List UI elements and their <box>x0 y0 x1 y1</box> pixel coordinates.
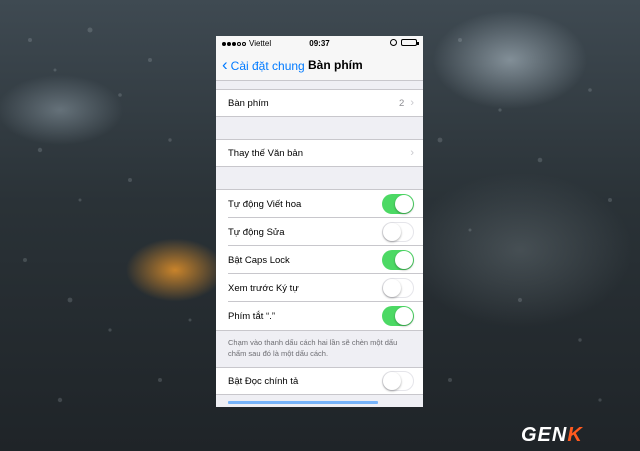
page-title: Bàn phím <box>308 58 363 72</box>
caps-lock-switch[interactable] <box>382 250 414 270</box>
toggle-row-auto-correction: Tự động Sửa <box>216 218 423 246</box>
chevron-right-icon: › <box>410 147 414 159</box>
spell-check-label: Bật Đọc chính tả <box>228 375 299 387</box>
chevron-left-icon: ‹ <box>222 55 228 74</box>
text-replacement-row[interactable]: Thay thế Văn bản › <box>216 139 423 167</box>
toggle-label: Xem trước Ký tự <box>228 282 299 294</box>
keyboards-count: 2 <box>399 97 405 109</box>
rotation-lock-icon <box>390 39 397 46</box>
character-preview-switch[interactable] <box>382 278 414 298</box>
toggle-label: Tự động Sửa <box>228 226 285 238</box>
toggle-row-period-shortcut: Phím tắt “.” <box>216 302 423 330</box>
period-shortcut-footnote: Chạm vào thanh dấu cách hai lần sẽ chèn … <box>228 338 398 358</box>
keyboards-row[interactable]: Bàn phím 2 › <box>216 89 423 117</box>
back-label: Cài đặt chung <box>230 58 305 73</box>
toggle-label: Bật Caps Lock <box>228 254 290 266</box>
auto-correction-switch[interactable] <box>382 222 414 242</box>
spell-check-row: Bật Đọc chính tả <box>216 367 423 395</box>
battery-icon <box>401 39 419 46</box>
back-button[interactable]: ‹ Cài đặt chung <box>222 55 305 74</box>
toggle-label: Phím tắt “.” <box>228 310 275 322</box>
chevron-right-icon: › <box>410 97 414 109</box>
keyboards-label: Bàn phím <box>228 97 269 109</box>
toggle-label: Tự động Viết hoa <box>228 198 302 210</box>
genk-logo: GENK <box>521 424 583 446</box>
navigation-bar: ‹ Cài đặt chung Bàn phím <box>216 52 423 81</box>
status-bar: Viettel 09:37 <box>216 36 423 52</box>
partially-visible-link <box>216 395 423 407</box>
phone-screen: Viettel 09:37 ‹ Cài đặt chung Bàn phím B… <box>216 36 423 407</box>
toggle-row-character-preview: Xem trước Ký tự <box>216 274 423 302</box>
toggle-row-auto-capitalization: Tự động Viết hoa <box>216 190 423 218</box>
auto-capitalization-switch[interactable] <box>382 194 414 214</box>
spell-check-switch[interactable] <box>382 371 414 391</box>
text-replacement-label: Thay thế Văn bản <box>228 147 303 159</box>
toggle-row-caps-lock: Bật Caps Lock <box>216 246 423 274</box>
period-shortcut-switch[interactable] <box>382 306 414 326</box>
